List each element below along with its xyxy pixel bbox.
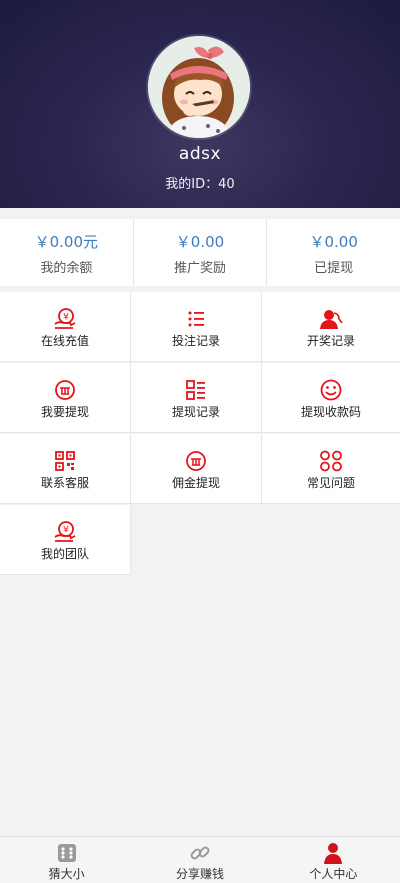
menu-item-label: 开奖记录 [306,334,355,348]
menu-item-commission-withdraw[interactable]: 佣金提现 [131,434,262,504]
tab-guess-size[interactable]: 猜大小 [0,837,133,883]
user-icon [320,310,343,329]
menu-item-label: 提现记录 [171,405,220,419]
person-icon [324,843,343,864]
hand-coin-icon: ¥ [54,521,76,542]
stat-amount: ￥0.00元 [34,233,99,251]
smile-icon [320,379,342,401]
balance-stats: ￥0.00元 我的余额 ￥0.00 推广奖励 ￥0.00 已提现 [0,219,400,286]
menu-item-label: 提现收款码 [300,405,361,419]
profile-header: adsx 我的ID：40 [0,0,400,208]
tab-share-earn[interactable]: 分享赚钱 [133,837,266,883]
tab-personal-center[interactable]: 个人中心 [267,837,400,883]
stat-amount: ￥0.00 [175,233,225,251]
menu-item-payment-qrcode[interactable]: 提现收款码 [262,363,400,433]
menu-item-withdraw-records[interactable]: 提现记录 [131,363,262,433]
tab-label: 个人中心 [309,867,358,881]
username: adsx [178,144,222,164]
list-icon [188,311,204,327]
stat-label: 推广奖励 [174,261,227,276]
list-grid-icon [186,380,205,400]
qrcode-icon [55,451,75,471]
stat-promotion-reward[interactable]: ￥0.00 推广奖励 [134,219,268,286]
menu-item-label: 投注记录 [171,334,220,348]
menu-item-my-team[interactable]: ¥ 我的团队 [0,505,131,575]
stat-label: 我的余额 [40,261,93,276]
stat-balance[interactable]: ￥0.00元 我的余额 [0,219,134,286]
link-icon [190,846,210,860]
menu-item-draw-records[interactable]: 开奖记录 [262,292,400,362]
hand-coin-icon: ¥ [54,308,76,329]
menu-item-faq[interactable]: 常见问题 [262,434,400,504]
menu-item-label: 我的团队 [40,547,89,561]
stat-amount: ￥0.00 [309,233,358,251]
menu-item-online-recharge[interactable]: ¥ 在线充值 [0,292,131,362]
circles-icon [320,450,342,472]
menu-item-bet-records[interactable]: 投注记录 [131,292,262,362]
stat-withdrawn[interactable]: ￥0.00 已提现 [267,219,400,286]
tab-label: 分享赚钱 [175,867,224,881]
menu-item-label: 联系客服 [40,476,89,490]
avatar[interactable] [148,36,250,138]
menu-item-withdraw[interactable]: 我要提现 [0,363,131,433]
menu-item-label: 常见问题 [306,476,355,490]
menu-item-label: 在线充值 [40,334,89,348]
coin-icon [55,380,75,400]
coin-icon [186,451,206,471]
dice-icon [57,844,76,862]
menu-item-customer-service[interactable]: 联系客服 [0,434,131,504]
bottom-tab-bar: 猜大小 分享赚钱 个人中心 [0,836,400,883]
avatar-illustration [148,36,250,138]
menu-item-label: 佣金提现 [171,476,220,490]
svg-text:¥: ¥ [63,526,69,536]
menu-item-label: 我要提现 [40,405,89,419]
stat-label: 已提现 [314,261,354,276]
tab-label: 猜大小 [48,867,85,881]
svg-text:¥: ¥ [63,313,69,323]
user-id: 我的ID：40 [165,177,235,192]
